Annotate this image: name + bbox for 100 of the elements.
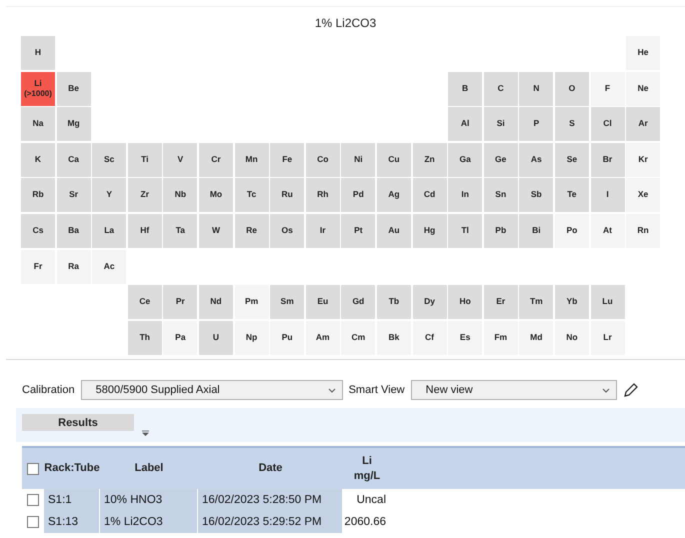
element-tile[interactable]: H xyxy=(21,36,55,70)
checkbox[interactable] xyxy=(27,462,39,474)
checkbox[interactable] xyxy=(27,494,39,506)
element-tile[interactable]: O xyxy=(554,72,589,106)
element-tile[interactable]: Am xyxy=(306,320,340,355)
element-tile[interactable]: Pd xyxy=(341,178,376,212)
element-tile[interactable]: Eu xyxy=(306,285,340,320)
element-tile[interactable]: Lu xyxy=(590,285,624,320)
element-tile[interactable]: Hf xyxy=(128,214,162,248)
calibration-dropdown[interactable]: 5800/5900 Supplied Axial xyxy=(80,380,343,400)
element-tile[interactable]: Co xyxy=(306,142,340,177)
element-tile[interactable]: Fm xyxy=(484,320,518,355)
element-tile[interactable]: No xyxy=(554,320,589,355)
element-tile[interactable]: La xyxy=(92,214,126,248)
element-tile[interactable]: Kr xyxy=(626,142,660,177)
element-tile[interactable]: N xyxy=(519,72,554,106)
element-tile[interactable]: I xyxy=(590,178,624,212)
overflow-icon[interactable] xyxy=(142,430,149,436)
element-tile[interactable]: P xyxy=(519,107,554,142)
column-header[interactable]: Rack:Tube xyxy=(44,461,100,476)
element-tile[interactable]: Ti xyxy=(128,142,162,177)
element-tile[interactable]: Rn xyxy=(626,214,660,248)
element-tile[interactable]: Rb xyxy=(21,178,55,212)
element-tile[interactable]: Dy xyxy=(412,285,447,320)
element-tile[interactable]: Ga xyxy=(448,142,482,177)
element-tile[interactable]: Er xyxy=(484,285,518,320)
element-tile[interactable]: Md xyxy=(519,320,554,355)
element-tile[interactable]: Ba xyxy=(56,214,91,248)
element-tile[interactable]: Ac xyxy=(92,250,126,284)
element-tile[interactable]: Sm xyxy=(270,285,304,320)
element-tile[interactable]: Sn xyxy=(484,178,518,212)
element-tile[interactable]: Fr xyxy=(21,250,55,284)
element-tile[interactable]: Fe xyxy=(270,142,304,177)
element-tile[interactable]: Ra xyxy=(56,250,91,284)
element-tile[interactable]: Hg xyxy=(412,214,447,248)
element-tile[interactable]: Mg xyxy=(56,107,91,142)
element-tile[interactable]: Ca xyxy=(56,142,91,177)
pencil-icon[interactable] xyxy=(622,382,639,398)
element-tile[interactable]: Au xyxy=(376,214,411,248)
element-tile[interactable]: F xyxy=(590,72,624,106)
element-tile[interactable]: K xyxy=(21,142,55,177)
column-header[interactable]: Li xyxy=(362,454,372,468)
element-tile[interactable]: Nb xyxy=(163,178,198,212)
element-tile[interactable]: Ir xyxy=(306,214,340,248)
column-header[interactable]: Date xyxy=(258,461,282,476)
element-tile[interactable]: Pa xyxy=(163,320,198,355)
smart-view-dropdown[interactable]: New view xyxy=(410,380,617,400)
element-tile[interactable]: Bk xyxy=(376,320,411,355)
element-tile[interactable]: U xyxy=(198,320,233,355)
element-tile[interactable]: Rh xyxy=(306,178,340,212)
element-tile[interactable]: S xyxy=(554,107,589,142)
element-tile[interactable]: Ar xyxy=(626,107,660,142)
element-tile[interactable]: Na xyxy=(21,107,55,142)
element-tile[interactable]: Be xyxy=(56,72,91,106)
element-tile[interactable]: Ru xyxy=(270,178,304,212)
element-tile[interactable]: Ho xyxy=(448,285,482,320)
element-tile[interactable]: Gd xyxy=(341,285,376,320)
element-tile[interactable]: V xyxy=(163,142,198,177)
element-tile[interactable]: Re xyxy=(234,214,269,248)
element-tile[interactable]: Np xyxy=(234,320,269,355)
element-tile[interactable]: Al xyxy=(448,107,482,142)
element-tile[interactable]: Ce xyxy=(128,285,162,320)
element-tile[interactable]: Tl xyxy=(448,214,482,248)
element-tile[interactable]: Ag xyxy=(376,178,411,212)
element-tile[interactable]: Ni xyxy=(341,142,376,177)
element-tile[interactable]: Si xyxy=(484,107,518,142)
element-tile[interactable]: Cu xyxy=(376,142,411,177)
element-tile[interactable]: Po xyxy=(554,214,589,248)
column-header[interactable]: Label xyxy=(134,461,164,476)
element-tile[interactable]: Se xyxy=(554,142,589,177)
element-tile[interactable]: Ge xyxy=(484,142,518,177)
element-tile[interactable]: Os xyxy=(270,214,304,248)
element-tile[interactable]: Y xyxy=(92,178,126,212)
element-tile[interactable]: Cd xyxy=(412,178,447,212)
element-tile[interactable]: Sr xyxy=(56,178,91,212)
element-tile[interactable]: C xyxy=(484,72,518,106)
element-tile[interactable]: W xyxy=(198,214,233,248)
element-tile[interactable]: Pm xyxy=(234,285,269,320)
element-tile[interactable]: At xyxy=(590,214,624,248)
results-tab[interactable]: Results xyxy=(22,414,134,431)
element-tile[interactable]: Cs xyxy=(21,214,55,248)
element-tile[interactable]: Li (>1000) xyxy=(21,72,55,106)
element-tile[interactable]: Sc xyxy=(92,142,126,177)
element-tile[interactable]: Yb xyxy=(554,285,589,320)
element-tile[interactable]: In xyxy=(448,178,482,212)
element-tile[interactable]: Zn xyxy=(412,142,447,177)
element-tile[interactable]: Pr xyxy=(163,285,198,320)
element-tile[interactable]: As xyxy=(519,142,554,177)
element-tile[interactable]: Pu xyxy=(270,320,304,355)
element-tile[interactable]: Mo xyxy=(198,178,233,212)
element-tile[interactable]: Th xyxy=(128,320,162,355)
element-tile[interactable]: He xyxy=(626,36,660,70)
element-tile[interactable]: Sb xyxy=(519,178,554,212)
element-tile[interactable]: Te xyxy=(554,178,589,212)
element-tile[interactable]: Br xyxy=(590,142,624,177)
element-tile[interactable]: B xyxy=(448,72,482,106)
element-tile[interactable]: Nd xyxy=(198,285,233,320)
element-tile[interactable]: Ta xyxy=(163,214,198,248)
element-tile[interactable]: Xe xyxy=(626,178,660,212)
element-tile[interactable]: Mn xyxy=(234,142,269,177)
